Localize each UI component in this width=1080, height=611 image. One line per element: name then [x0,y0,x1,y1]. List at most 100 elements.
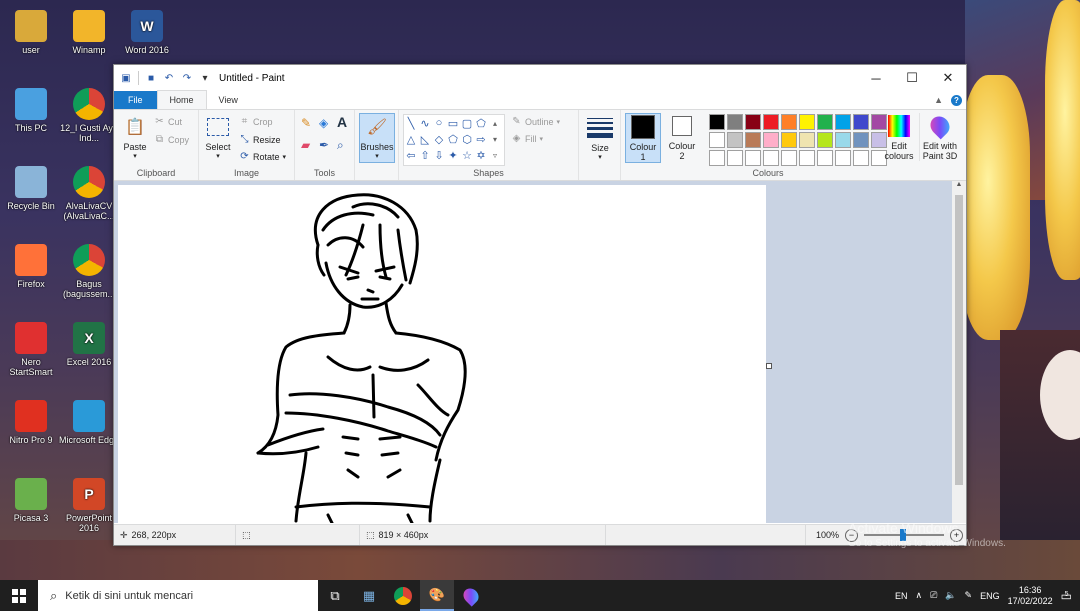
cut-button[interactable]: ✂ Cut [154,116,182,127]
edit-with-paint3d-button[interactable]: Edit with Paint 3D [919,112,960,161]
rounded-rectangle-shape-icon[interactable]: ▢ [460,115,474,131]
close-icon[interactable]: ✕ [930,65,966,91]
desktop-icon-nero-startsmart[interactable]: Nero StartSmart [0,322,62,377]
collapse-ribbon-icon[interactable]: ▲ [934,95,943,105]
colour-swatch[interactable] [709,132,725,148]
curve-shape-icon[interactable]: ∿ [418,115,432,131]
colour1-button[interactable]: Colour 1 [625,113,661,163]
desktop-icon-powerpoint-2016[interactable]: P PowerPoint 2016 [58,478,120,533]
edit-colours-button[interactable]: Edit colours [883,113,915,161]
up-arrow-shape-icon[interactable]: ⇧ [418,147,432,163]
colour-swatch[interactable] [781,114,797,130]
undo-icon[interactable]: ↶ [163,72,175,84]
colour-swatch[interactable] [709,150,725,166]
help-icon[interactable]: ? [951,94,962,106]
minimize-icon[interactable]: ─ [858,65,894,91]
show-hidden-icons-icon[interactable]: ∧ [916,590,923,601]
colour-swatch[interactable] [853,150,869,166]
desktop-icon-nitro-pro-9[interactable]: Nitro Pro 9 [0,400,62,445]
desktop-icon-user[interactable]: user [0,10,62,55]
desktop-icon-this-pc[interactable]: This PC [0,88,62,133]
paste-button[interactable]: 📋 Paste ▾ [120,114,150,160]
chrome-taskbar-icon[interactable] [386,580,420,611]
colour-swatch[interactable] [763,114,779,130]
colour-swatch[interactable] [727,114,743,130]
colour-swatch[interactable] [745,132,761,148]
desktop-icon-bagus-bagussem[interactable]: Bagus (bagussem... [58,244,120,299]
canvas-resize-handle[interactable] [766,363,772,369]
clock[interactable]: 16:36 17/02/2022 [1008,585,1053,607]
colour-swatch[interactable] [853,114,869,130]
text-tool-icon[interactable]: A [337,114,347,130]
input-indicator[interactable]: EN [895,591,908,601]
pentagon-shape-icon[interactable]: ⬠ [446,131,460,147]
paint-taskbar-icon[interactable]: 🎨 [420,580,454,611]
eraser-icon[interactable]: ▰ [301,138,310,152]
colour-swatch[interactable] [763,132,779,148]
scroll-down-icon[interactable]: ▾ [488,131,502,147]
fill-bucket-icon[interactable]: ◈ [319,116,328,130]
pencil-icon[interactable]: ✎ [301,116,311,130]
paint3d-taskbar-icon[interactable] [454,580,488,611]
desktop-icon-microsoft-edge[interactable]: Microsoft Edge [58,400,120,445]
desktop-icon-12-l-gusti-ayu-ind[interactable]: 12_l Gusti Ayu Ind... [58,88,120,143]
color-picker-icon[interactable]: ✒ [319,138,329,152]
colour-swatch[interactable] [799,114,815,130]
colour-swatch[interactable] [763,150,779,166]
select-button[interactable]: Select ▾ [203,114,233,160]
colour-swatch[interactable] [745,150,761,166]
colour-swatch[interactable] [781,132,797,148]
right-triangle-shape-icon[interactable]: ◺ [418,131,432,147]
rotate-button[interactable]: ⟳ Rotate ▾ [239,151,286,162]
colour-swatch[interactable] [835,132,851,148]
start-button[interactable] [0,580,38,611]
colour2-button[interactable]: Colour 2 [665,113,699,161]
left-arrow-shape-icon[interactable]: ⇦ [404,147,418,163]
hexagon-shape-icon[interactable]: ⬡ [460,131,474,147]
more-shapes-icon[interactable]: ▿ [488,147,502,163]
outline-button[interactable]: ✎ Outline ▾ [511,116,560,127]
drawing-canvas[interactable] [118,185,766,523]
magnifier-icon[interactable]: ⌕ [337,138,344,153]
polygon-shape-icon[interactable]: ⬠ [474,115,488,131]
colour-swatch[interactable] [817,114,833,130]
desktop-icon-winamp[interactable]: Winamp [58,10,120,55]
colour-swatch[interactable] [817,150,833,166]
desktop-icon-recycle-bin[interactable]: Recycle Bin [0,166,62,211]
six-point-star-shape-icon[interactable]: ✡ [474,147,488,163]
crop-button[interactable]: ⌗ Crop [239,116,273,127]
four-point-star-shape-icon[interactable]: ✦ [446,147,460,163]
colour-swatch[interactable] [799,132,815,148]
desktop-icon-excel-2016[interactable]: X Excel 2016 [58,322,120,367]
desktop-icon-word-2016[interactable]: W Word 2016 [116,10,178,55]
diamond-shape-icon[interactable]: ◇ [432,131,446,147]
desktop-icon-picasa-3[interactable]: Picasa 3 [0,478,62,523]
desktop-icon-firefox[interactable]: Firefox [0,244,62,289]
scroll-up-icon[interactable]: ▴ [488,115,502,131]
colour-swatch[interactable] [727,132,743,148]
colour-swatch[interactable] [709,114,725,130]
colour-swatch[interactable] [799,150,815,166]
colour-swatch[interactable] [853,132,869,148]
colour-swatch[interactable] [745,114,761,130]
language-indicator[interactable]: ENG [980,591,1000,601]
triangle-shape-icon[interactable]: △ [404,131,418,147]
task-view-icon[interactable]: ⧉ [318,580,352,611]
colour-swatch[interactable] [817,132,833,148]
tab-view[interactable]: View [207,91,250,109]
rectangle-shape-icon[interactable]: ▭ [446,115,460,131]
vertical-scrollbar[interactable]: ▲ [952,181,966,523]
notification-icon[interactable]: ▭ 5 [1061,589,1072,603]
tab-home[interactable]: Home [156,90,207,109]
colour-swatch[interactable] [835,150,851,166]
resize-button[interactable]: ⤡ Resize [239,134,281,145]
network-icon[interactable]: ⎚ [930,590,937,601]
down-arrow-shape-icon[interactable]: ⇩ [432,147,446,163]
right-arrow-shape-icon[interactable]: ⇨ [474,131,488,147]
colour-swatch[interactable] [727,150,743,166]
desktop-icon-alvalivacv-alvalivac[interactable]: AlvaLivaCV (AlvaLivaC... [58,166,120,221]
volume-icon[interactable]: 🔈 [945,590,956,601]
fill-button[interactable]: ◈ Fill ▾ [511,133,543,144]
size-button[interactable]: Size ▾ [583,115,617,161]
pen-icon[interactable]: ✎ [965,590,973,601]
